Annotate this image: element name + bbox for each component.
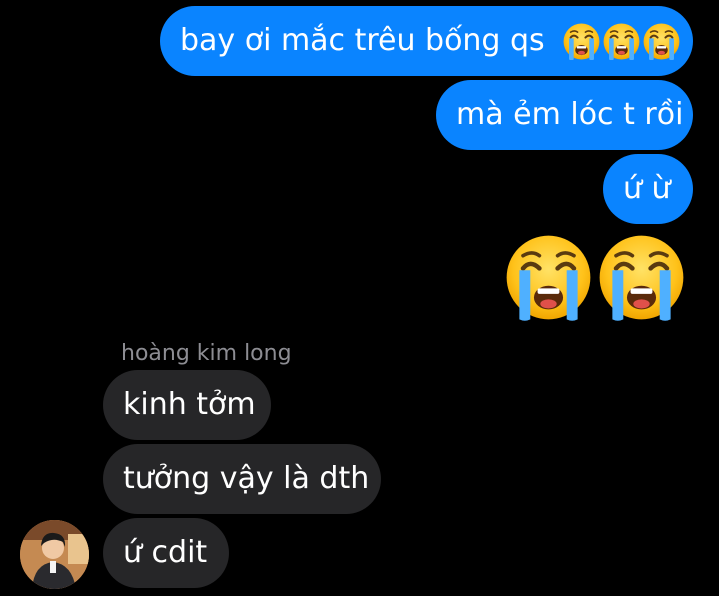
outgoing-message[interactable]: bay ơi mắc trêu bống qs (160, 6, 693, 76)
incoming-message[interactable]: kinh tởm (103, 370, 271, 440)
message-text: bay ơi mắc trêu bống qs (180, 23, 545, 58)
message-text: kinh tởm (123, 387, 256, 422)
chat-thread: bay ơi mắc trêu bống qs mà ẻm lóc t rồi … (0, 0, 719, 596)
loudly-crying-face-icon (503, 232, 594, 323)
avatar-photo (20, 520, 89, 589)
outgoing-message[interactable]: ứ ừ (603, 154, 693, 224)
message-text: mà ẻm lóc t rồi (456, 97, 684, 132)
message-text: ứ cdit (123, 535, 208, 570)
sender-name: hoàng kim long (121, 341, 292, 366)
loudly-crying-emoji-group (562, 6, 682, 76)
message-text: tưởng vậy là dth (123, 461, 370, 496)
avatar[interactable] (20, 520, 89, 589)
message-text: ứ ừ (623, 171, 671, 206)
loudly-crying-face-icon (642, 22, 681, 61)
loudly-crying-face-icon (602, 22, 641, 61)
emoji-message[interactable] (503, 232, 693, 322)
incoming-message[interactable]: ứ cdit (103, 518, 229, 588)
loudly-crying-face-icon (562, 22, 601, 61)
outgoing-message[interactable]: mà ẻm lóc t rồi (436, 80, 693, 150)
incoming-message[interactable]: tưởng vậy là dth (103, 444, 381, 514)
loudly-crying-face-icon (596, 232, 687, 323)
